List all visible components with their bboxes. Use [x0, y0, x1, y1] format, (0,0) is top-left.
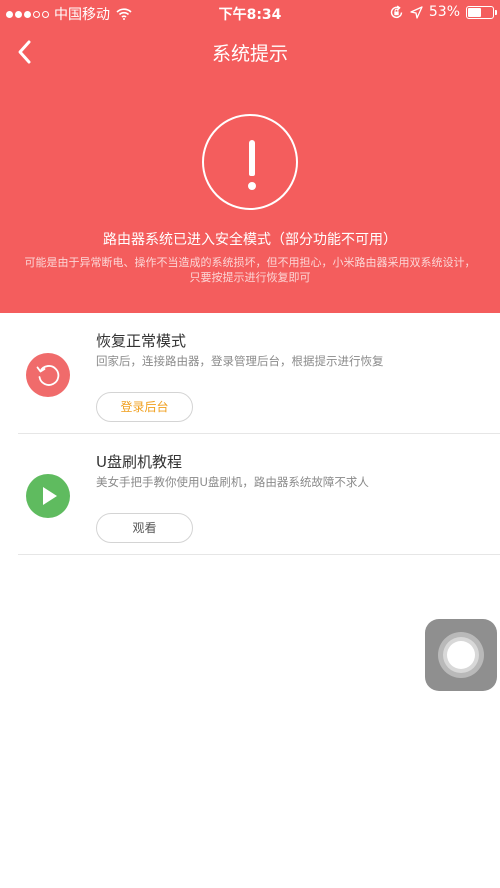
orientation-lock-icon: [390, 4, 403, 18]
action-title: U盘刷机教程: [96, 453, 182, 471]
nav-bar: 系统提示: [0, 30, 500, 74]
warning-title: 路由器系统已进入安全模式（部分功能不可用）: [103, 232, 397, 248]
header-banner: 中国移动 下午8:34 53% 系统提示 路由器系统已进入安全模式（部分功能不可…: [0, 0, 500, 313]
battery-percent: 53%: [428, 4, 460, 20]
action-title: 恢复正常模式: [96, 332, 187, 350]
action-item-usb-tutorial: U盘刷机教程 美女手把手教你使用U盘刷机，路由器系统故障不求人 观看: [0, 434, 500, 555]
location-icon: [410, 5, 423, 19]
page-title: 系统提示: [211, 43, 288, 65]
warning-description: 可能是由于异常断电、操作不当造成的系统损坏，但不用担心，小米路由器采用双系统设计…: [24, 256, 476, 284]
divider: [18, 554, 500, 555]
play-icon: [26, 474, 70, 518]
battery-level: [468, 7, 481, 17]
status-right: 53%: [389, 4, 497, 20]
restore-icon: [26, 353, 70, 397]
assistive-touch-button[interactable]: [425, 619, 497, 691]
status-bar: 中国移动 下午8:34 53%: [0, 0, 500, 26]
action-list: 恢复正常模式 回家后，连接路由器，登录管理后台，根据提示进行恢复 登录后台 U盘…: [0, 313, 500, 555]
action-item-restore: 恢复正常模式 回家后，连接路由器，登录管理后台，根据提示进行恢复 登录后台: [0, 313, 500, 434]
action-description: 美女手把手教你使用U盘刷机，路由器系统故障不求人: [96, 475, 369, 489]
action-description: 回家后，连接路由器，登录管理后台，根据提示进行恢复: [96, 354, 384, 368]
watch-button[interactable]: 观看: [96, 513, 193, 543]
login-admin-button[interactable]: 登录后台: [96, 392, 193, 422]
battery-icon: [466, 5, 497, 19]
exclamation-icon: [202, 114, 298, 210]
